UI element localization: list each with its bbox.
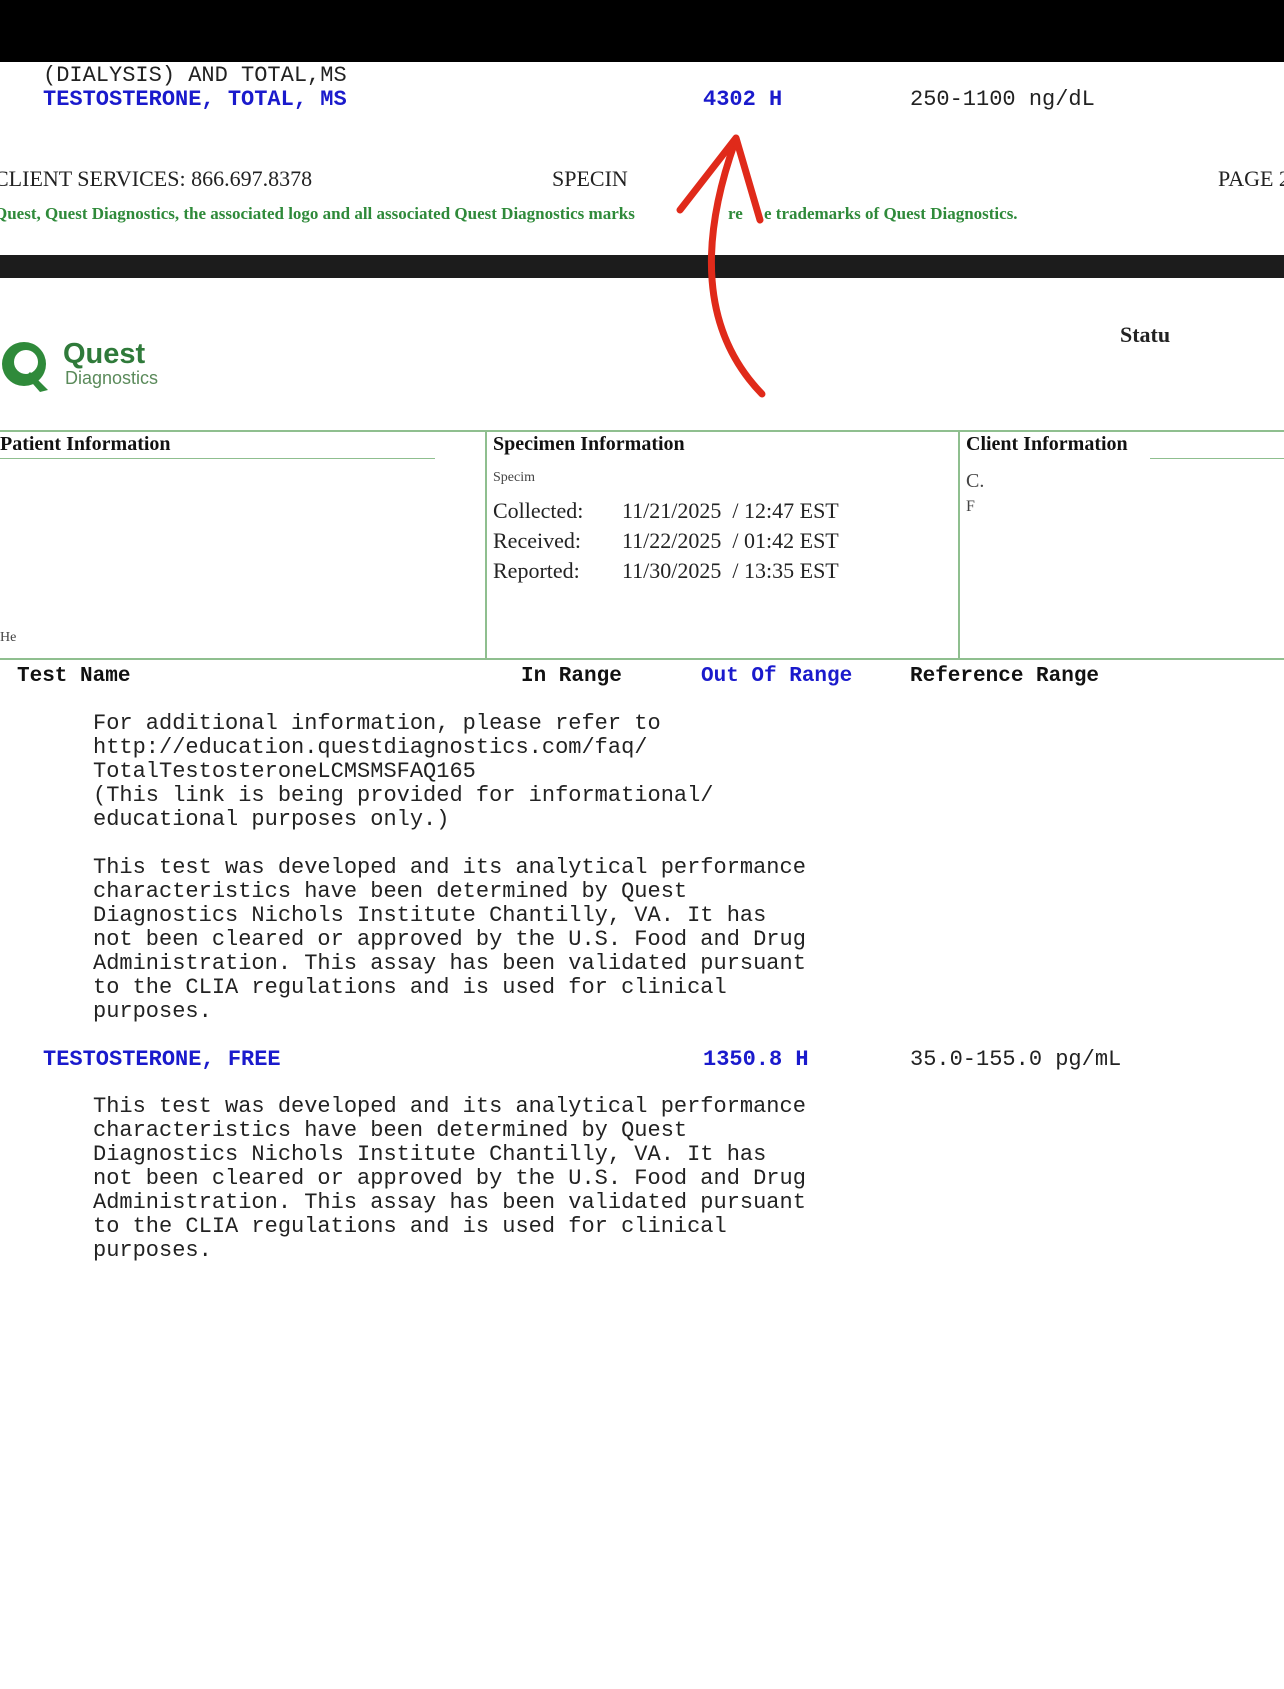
- patient-partial: He: [0, 630, 17, 645]
- patient-header-underline: [0, 458, 435, 459]
- result-value-free: 1350.8 H: [703, 1047, 809, 1072]
- logo-word-quest: Quest: [63, 338, 146, 370]
- info-link-paragraph: For additional information, please refer…: [93, 712, 714, 832]
- specimen-footer-partial: SPECIN: [552, 166, 628, 191]
- collected-value: 11/21/2025 / 12:47 EST: [622, 498, 839, 523]
- paragraph-line: not been cleared or approved by the U.S.…: [93, 927, 806, 952]
- paragraph-line: purposes.: [93, 1238, 212, 1263]
- page-separator-bar: [0, 255, 1284, 278]
- received-label: Received:: [493, 528, 581, 553]
- page-number: PAGE 2: [1218, 166, 1284, 191]
- paragraph-line: http://education.questdiagnostics.com/fa…: [93, 735, 648, 760]
- trademark-notice-left: Quest, Quest Diagnostics, the associated…: [0, 204, 635, 223]
- report-status-partial: Statu: [1120, 322, 1171, 347]
- disclaimer-paragraph-total: This test was developed and its analytic…: [93, 856, 806, 1024]
- reference-range-total: 250-1100 ng/dL: [910, 87, 1095, 112]
- paragraph-line: educational purposes only.): [93, 807, 450, 832]
- client-line-2: F: [966, 498, 975, 515]
- col-reference-range: Reference Range: [910, 665, 1100, 688]
- paragraph-line: For additional information, please refer…: [93, 711, 661, 736]
- paragraph-line: This test was developed and its analytic…: [93, 1094, 806, 1119]
- client-services: CLIENT SERVICES: 866.697.8378: [0, 166, 313, 191]
- info-divider-2: [958, 430, 960, 660]
- paragraph-line: TotalTestosteroneLCMSMSFAQ165: [93, 759, 476, 784]
- paragraph-line: Administration. This assay has been vali…: [93, 1190, 806, 1215]
- client-info-header: Client Information: [966, 433, 1128, 455]
- trademark-notice-mid: re: [728, 204, 743, 223]
- paragraph-line: not been cleared or approved by the U.S.…: [93, 1166, 806, 1191]
- disclaimer-paragraph-free: This test was developed and its analytic…: [93, 1095, 806, 1263]
- paragraph-line: to the CLIA regulations and is used for …: [93, 1214, 727, 1239]
- paragraph-line: characteristics have been determined by …: [93, 1118, 688, 1143]
- collected-label: Collected:: [493, 498, 584, 523]
- received-value: 11/22/2025 / 01:42 EST: [622, 528, 839, 553]
- col-test-name: Test Name: [17, 665, 131, 688]
- client-header-underline: [1150, 458, 1284, 459]
- info-divider-1: [485, 430, 487, 660]
- paragraph-line: Administration. This assay has been vali…: [93, 951, 806, 976]
- patient-info-header: Patient Information: [0, 433, 171, 455]
- red-arrow-annotation-icon: [676, 134, 766, 398]
- reported-label: Reported:: [493, 558, 580, 583]
- trademark-notice-right: e trademarks of Quest Diagnostics.: [764, 204, 1018, 223]
- top-black-bar: [0, 0, 1284, 62]
- paragraph-line: to the CLIA regulations and is used for …: [93, 975, 727, 1000]
- col-in-range: In Range: [521, 665, 622, 688]
- paragraph-line: Diagnostics Nichols Institute Chantilly,…: [93, 903, 767, 928]
- logo-word-diagnostics: Diagnostics: [65, 368, 159, 388]
- col-out-of-range: Out Of Range: [701, 665, 853, 688]
- paragraph-line: characteristics have been determined by …: [93, 879, 688, 904]
- test-name-free: TESTOSTERONE, FREE: [43, 1047, 281, 1072]
- specimen-info-header: Specimen Information: [493, 433, 685, 455]
- client-line-1: C.: [966, 470, 985, 492]
- reference-range-free: 35.0-155.0 pg/mL: [910, 1047, 1122, 1072]
- reported-value: 11/30/2025 / 13:35 EST: [622, 558, 839, 583]
- test-name-total: TESTOSTERONE, TOTAL, MS: [43, 87, 347, 112]
- result-value-total: 4302 H: [703, 87, 783, 112]
- specimen-partial-label: Specim: [493, 470, 535, 485]
- paragraph-line: This test was developed and its analytic…: [93, 855, 806, 880]
- paragraph-line: (This link is being provided for informa…: [93, 783, 714, 808]
- test-name-continuation: (DIALYSIS) AND TOTAL,MS: [43, 63, 347, 88]
- paragraph-line: purposes.: [93, 999, 212, 1024]
- paragraph-line: Diagnostics Nichols Institute Chantilly,…: [93, 1142, 767, 1167]
